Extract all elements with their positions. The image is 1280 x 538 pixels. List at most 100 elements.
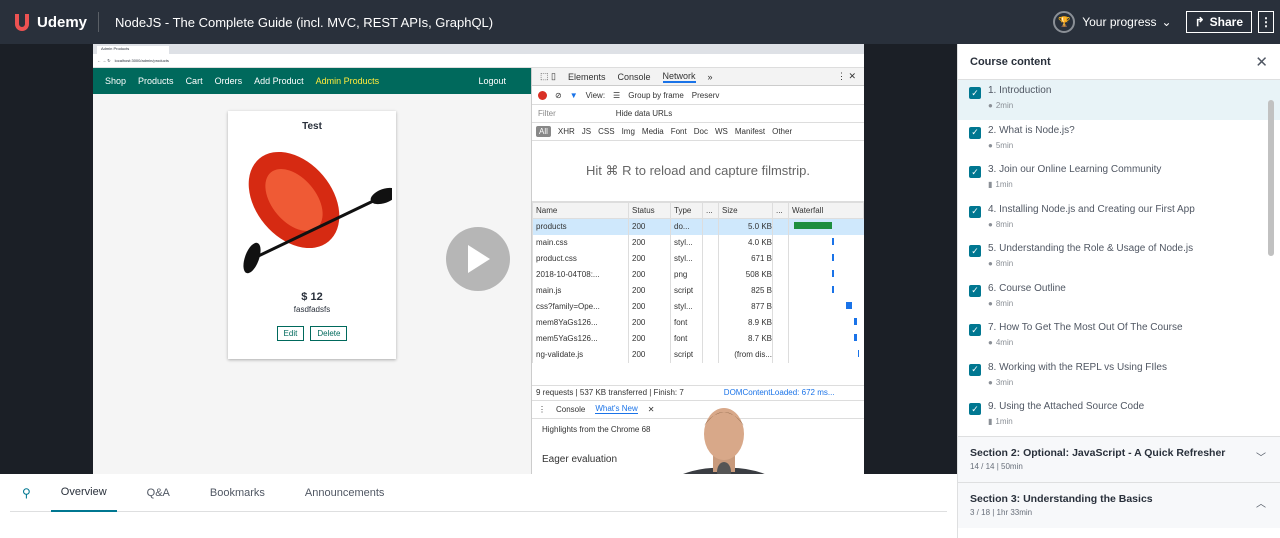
filter-input: Filter <box>538 109 556 118</box>
resource-type-filters: All XHR JS CSS Img Media Font Doc WS Man… <box>532 123 864 141</box>
tab-qa[interactable]: Q&A <box>147 474 170 512</box>
checkbox-checked-icon[interactable]: ✓ <box>969 166 981 178</box>
checkbox-checked-icon[interactable]: ✓ <box>969 284 981 297</box>
checkbox-checked-icon[interactable]: ✓ <box>969 245 981 257</box>
product-price: $ 12 <box>301 291 323 303</box>
product-image <box>243 151 398 274</box>
tab-announcements[interactable]: Announcements <box>305 474 385 512</box>
lecture-item[interactable]: ✓ 7. How To Get The Most Out Of The Cours… <box>958 317 1280 357</box>
section-title: Section 2: Optional: JavaScript - A Quic… <box>970 446 1226 459</box>
network-cell-type: do... <box>670 218 703 235</box>
network-cell-size: 671 B <box>718 250 773 267</box>
type-xhr: XHR <box>557 127 575 136</box>
network-cell-empty <box>702 314 719 331</box>
nav-cart: Cart <box>185 76 203 86</box>
network-cell-name: product.css <box>532 250 629 267</box>
section-header[interactable]: Section 3: Understanding the Basics 3 / 1… <box>958 481 1280 528</box>
checkbox-checked-icon[interactable]: ✓ <box>969 324 981 336</box>
network-cell-empty <box>772 298 789 315</box>
search-icon[interactable]: ⚲ <box>22 486 31 500</box>
lecture-item[interactable]: ✓ 6. Course Outline ● 8min <box>958 278 1280 318</box>
section-header[interactable]: Section 2: Optional: JavaScript - A Quic… <box>958 435 1280 482</box>
lecture-title: 8. Working with the REPL vs Using FIles <box>988 361 1167 373</box>
lecture-item[interactable]: ✓ 8. Working with the REPL vs Using FIles… <box>958 357 1280 397</box>
section-meta: 3 / 18 | 1hr 33min <box>970 507 1033 517</box>
type-other: Other <box>772 127 793 136</box>
lecture-item[interactable]: ✓ 4. Installing Node.js and Creating our … <box>958 199 1280 239</box>
checkbox-checked-icon[interactable]: ✓ <box>969 205 981 218</box>
nav-add-product: Add Product <box>254 76 304 86</box>
network-row[interactable]: ng-validate.js 200 script (from dis... <box>532 346 864 363</box>
checkbox-checked-icon[interactable]: ✓ <box>969 126 981 139</box>
network-cell-type: script <box>670 282 703 299</box>
clear-icon: ⊘ <box>555 90 562 100</box>
nav-admin-products: Admin Products <box>315 76 380 86</box>
sidebar-scrollbar[interactable] <box>1268 100 1274 256</box>
network-row[interactable]: product.css 200 styl... 671 B <box>532 250 864 267</box>
lecture-item[interactable]: ✓ 1. Introduction ● 2min <box>958 80 1280 120</box>
lecture-title: 5. Understanding the Role & Usage of Nod… <box>988 243 1194 254</box>
network-cell-waterfall <box>788 250 864 267</box>
network-cell-status: 200 <box>628 298 671 315</box>
group-by-frame: Group by frame <box>628 90 684 100</box>
checkbox-checked-icon[interactable]: ✓ <box>969 403 981 415</box>
network-row[interactable]: css?family=Ope... 200 styl... 877 B <box>532 298 864 315</box>
view-label: View: <box>585 90 606 100</box>
lecture-item[interactable]: ✓ 2. What is Node.js? ● 5min <box>958 120 1280 160</box>
edit-button: Edit <box>276 326 305 341</box>
network-cell-waterfall <box>788 282 864 299</box>
course-title[interactable]: NodeJS - The Complete Guide (incl. MVC, … <box>115 15 493 30</box>
share-button[interactable]: ↱ Share <box>1185 11 1252 33</box>
lecture-item[interactable]: ✓ 3. Join our Online Learning Community ▮ 1… <box>958 159 1280 199</box>
network-cell-waterfall <box>788 218 864 235</box>
network-row[interactable]: products 200 do... 5.0 KB <box>532 218 864 235</box>
progress-dropdown[interactable]: 🏆 Your progress ⌄ <box>1053 11 1172 33</box>
checkbox-checked-icon[interactable]: ✓ <box>969 363 981 376</box>
play-circle-icon: ● <box>988 259 993 268</box>
lecture-title: 9. Using the Attached Source Code <box>988 401 1145 412</box>
waterfall-bar <box>832 254 834 261</box>
network-row[interactable]: main.js 200 script 825 B <box>532 282 864 299</box>
devtools-tab-console: Console <box>617 71 651 82</box>
play-circle-icon: ● <box>988 377 993 387</box>
waterfall-bar <box>858 350 859 357</box>
tab-bookmarks[interactable]: Bookmarks <box>210 474 265 512</box>
play-button[interactable] <box>446 227 510 291</box>
network-cell-size: (from dis... <box>718 346 773 363</box>
more-options-button[interactable]: ⋮ <box>1258 11 1274 33</box>
lecture-meta: ● 8min <box>988 259 1193 268</box>
type-js: JS <box>581 127 592 136</box>
filter-icon: ▼ <box>569 90 578 100</box>
brand-name: Udemy <box>37 13 88 31</box>
chevron-down-icon: ﹀ <box>1256 452 1266 464</box>
network-cell-size: 508 KB <box>718 266 773 283</box>
lecture-title: 2. What is Node.js? <box>988 124 1075 136</box>
network-cell-size: 877 B <box>718 298 773 315</box>
network-cell-status: 200 <box>628 234 671 251</box>
network-cell-empty <box>772 250 789 267</box>
lecture-title: 4. Installing Node.js and Creating our F… <box>988 203 1195 215</box>
nav-products: Products <box>138 76 174 86</box>
product-description: fasdfadsfs <box>293 305 331 314</box>
network-cell-empty <box>772 266 789 283</box>
tab-overview[interactable]: Overview <box>50 474 117 512</box>
trophy-icon: 🏆 <box>1053 11 1076 33</box>
network-cell-empty <box>772 218 789 235</box>
network-row[interactable]: mem8YaGs126... 200 font 8.9 KB <box>532 314 864 331</box>
close-icon[interactable]: ✕ <box>1255 53 1268 71</box>
lecture-item[interactable]: ✓ 9. Using the Attached Source Code ▮ 1min <box>958 396 1280 436</box>
col-dots: ... <box>702 202 719 219</box>
network-row[interactable]: mem5YaGs126... 200 font 8.7 KB <box>532 330 864 347</box>
lecture-title: 6. Course Outline <box>988 282 1066 294</box>
delete-button: Delete <box>310 326 348 341</box>
udemy-logo[interactable]: Udemy <box>0 10 98 34</box>
network-row[interactable]: main.css 200 styl... 4.0 KB <box>532 234 864 251</box>
lecture-item[interactable]: ✓ 5. Understanding the Role & Usage of No… <box>958 238 1280 278</box>
network-row[interactable]: 2018-10-04T08:... 200 png 508 KB <box>532 266 864 283</box>
network-cell-type: png <box>670 266 703 283</box>
video-player[interactable]: Admin Products ← → ↻ localhost:3000/admi… <box>0 44 957 518</box>
nav-shop: Shop <box>105 76 127 86</box>
network-cell-size: 8.7 KB <box>718 330 773 347</box>
checkbox-checked-icon[interactable]: ✓ <box>969 87 981 99</box>
header-divider <box>98 12 99 32</box>
